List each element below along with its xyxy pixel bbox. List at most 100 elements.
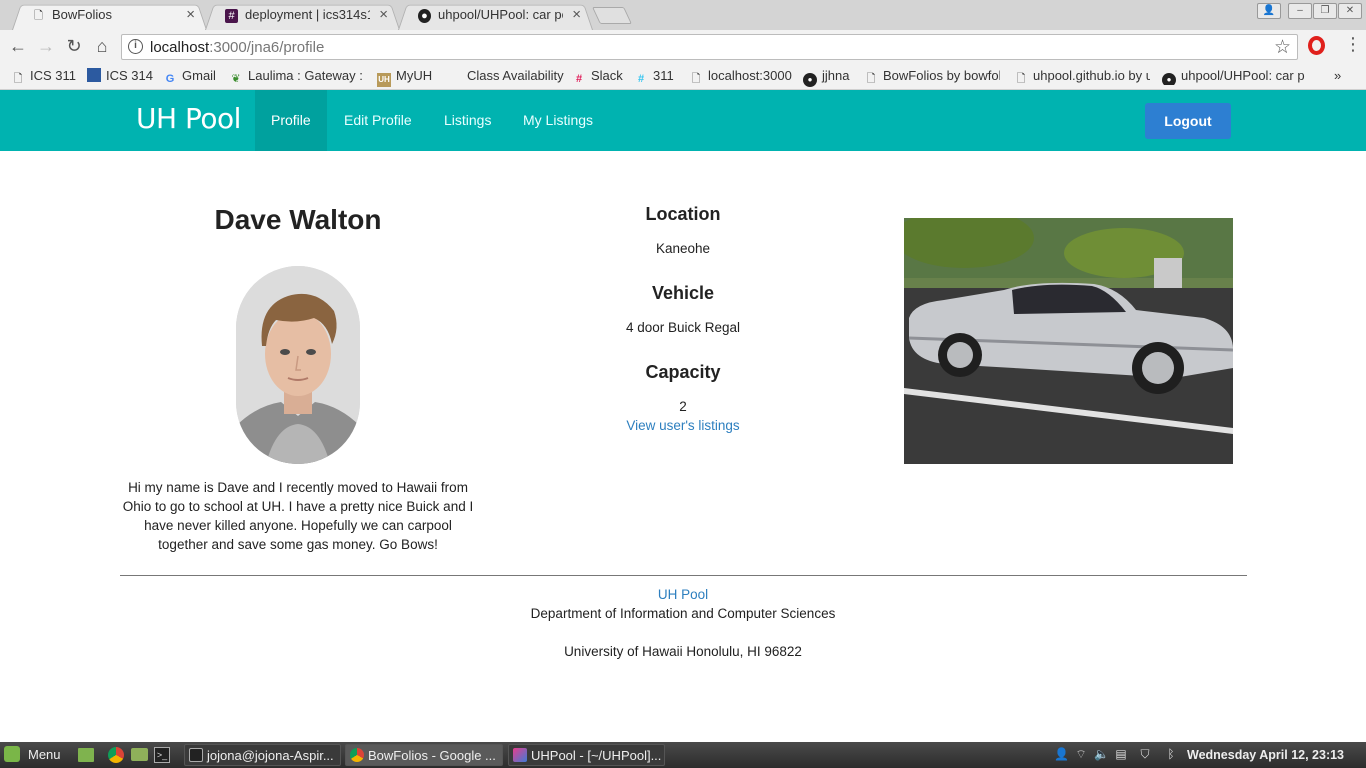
clipboard-icon[interactable]: ▤ [1114, 747, 1128, 761]
terminal-launcher-icon[interactable]: >_ [154, 747, 170, 763]
bookmark-label: Class Availability [467, 68, 564, 83]
tab-title: uhpool/UHPool: car poo [438, 7, 563, 22]
home-icon[interactable]: ⌂ [92, 36, 112, 56]
bookmark-label: uhpool/UHPool: car p [1181, 68, 1305, 83]
menu-button[interactable]: Menu [4, 742, 61, 768]
bookmark-myuh[interactable]: UH MyUH [377, 67, 433, 87]
github-icon: ● [803, 73, 817, 87]
logout-button[interactable]: Logout [1145, 103, 1231, 139]
bookmark-label: ICS 311 [30, 68, 77, 83]
location-heading: Location [645, 204, 721, 224]
chrome-launcher-icon[interactable] [108, 747, 124, 763]
page-icon: 🗋 [1016, 73, 1026, 85]
nav-profile[interactable]: Profile [255, 90, 327, 151]
window-label: UHPool - [~/UHPool]... [531, 748, 662, 763]
bookmark-label: Laulima : Gateway : W [248, 68, 364, 83]
browser-tabstrip: 🗋 BowFolios × # deployment | ics314s17 ×… [0, 0, 1366, 30]
opera-icon[interactable] [1308, 36, 1325, 55]
view-listings-link[interactable]: View user's listings [533, 418, 833, 433]
chrome-icon [350, 748, 364, 762]
taskbar-window-chrome[interactable]: BowFolios - Google ... [345, 744, 503, 766]
bookmark-label: BowFolios by bowfoli [883, 68, 1000, 83]
terminal-icon [189, 748, 203, 762]
address-bar[interactable]: i localhost:3000/jna6/profile ☆ [121, 34, 1298, 60]
restore-icon[interactable]: ❐ [1313, 3, 1337, 19]
bookmark-jjhna[interactable]: ● jjhna [803, 67, 849, 87]
bookmark-laulima[interactable]: ❦ Laulima : Gateway : W [229, 67, 364, 85]
footer-title-link[interactable]: UH Pool [433, 585, 933, 604]
close-window-icon[interactable]: ✕ [1338, 3, 1362, 19]
profile-name: Dave Walton [214, 204, 382, 235]
bookmark-label: Gmail [182, 68, 216, 83]
laulima-icon: ❦ [231, 73, 241, 85]
page-icon: 🗋 [34, 10, 43, 22]
footer: UH Pool Department of Information and Co… [433, 585, 933, 661]
reload-icon[interactable]: ↻ [64, 36, 84, 56]
vehicle-photo [904, 218, 1233, 464]
taskbar-window-ide[interactable]: UHPool - [~/UHPool]... [508, 744, 665, 766]
bookmark-ics311[interactable]: 🗋 ICS 311 [11, 67, 76, 85]
files-launcher-icon[interactable] [131, 748, 148, 761]
car-image [904, 218, 1233, 464]
bookmark-star-icon[interactable]: ☆ [1274, 36, 1291, 59]
bookmark-label: MyUH [396, 68, 433, 83]
bluetooth-icon[interactable]: ᛒ [1164, 747, 1178, 761]
tab-bowfolios[interactable]: 🗋 BowFolios × [12, 2, 207, 30]
bookmarks-overflow-button[interactable]: » [1334, 67, 1341, 85]
vehicle-value: 4 door Buick Regal [625, 320, 741, 335]
github-icon: ● [418, 9, 431, 23]
nav-listings[interactable]: Listings [428, 90, 507, 151]
clock[interactable]: Wednesday April 12, 23:13 [1187, 742, 1344, 768]
footer-address: University of Hawaii Honolulu, HI 96822 [564, 644, 802, 659]
bookmark-311[interactable]: #311 [634, 67, 674, 85]
volume-icon[interactable]: 🔈 [1094, 747, 1109, 761]
minimize-icon[interactable]: – [1288, 3, 1312, 19]
shield-icon[interactable]: ⛉ [1138, 747, 1152, 761]
user-icon[interactable]: 👤 [1054, 747, 1069, 761]
bookmark-ics314[interactable]: ICS 314 [87, 67, 153, 85]
nav-my-listings[interactable]: My Listings [507, 90, 609, 151]
nav-edit-profile[interactable]: Edit Profile [328, 90, 428, 151]
bookmark-uhpool-github[interactable]: ● uhpool/UHPool: car p [1162, 67, 1306, 85]
bookmark-gmail[interactable]: G Gmail [163, 67, 216, 85]
bookmarks-bar: 🗋 ICS 311 ICS 314 G Gmail ❦ Laulima : Gatew… [0, 63, 1366, 90]
bookmark-bowfolios[interactable]: 🗋 BowFolios by bowfoli [864, 67, 1000, 85]
tab-title: deployment | ics314s17 [245, 7, 370, 22]
tab-deployment[interactable]: # deployment | ics314s17 × [205, 2, 400, 30]
close-icon[interactable]: × [379, 2, 388, 28]
brand-logo[interactable]: UH Pool [136, 102, 241, 135]
profile-icon[interactable]: 👤 [1257, 3, 1281, 19]
info-icon[interactable]: i [128, 39, 143, 54]
wifi-icon[interactable]: ⌔ [1074, 747, 1088, 761]
bookmark-label: 311 [653, 68, 674, 83]
close-icon[interactable]: × [572, 2, 581, 28]
tab-title: BowFolios [52, 7, 112, 22]
forward-icon[interactable]: → [36, 36, 56, 56]
page-icon: 🗋 [691, 73, 701, 85]
os-taskbar: Menu >_ jojona@jojona-Aspir... BowFolios… [0, 742, 1366, 768]
bookmark-slack[interactable]: # Slack [572, 67, 623, 85]
blue-square-icon [87, 68, 101, 82]
bookmark-class-availability[interactable]: Class Availability [467, 67, 564, 85]
new-tab-button[interactable] [592, 7, 632, 24]
close-icon[interactable]: × [186, 2, 195, 28]
uh-icon: UH [377, 73, 391, 87]
profile-bio: Hi my name is Dave and I recently moved … [122, 480, 474, 552]
page-icon: 🗋 [866, 73, 876, 85]
back-icon[interactable]: ← [8, 36, 28, 56]
bookmark-label: localhost:3000 [708, 68, 792, 83]
avatar [236, 266, 360, 464]
ide-icon [513, 748, 527, 762]
url-text[interactable]: localhost:3000/jna6/profile [150, 39, 324, 56]
show-desktop-icon[interactable] [78, 748, 94, 762]
taskbar-window-terminal[interactable]: jojona@jojona-Aspir... [184, 744, 341, 766]
tab-uhpool-github[interactable]: ● uhpool/UHPool: car poo × [398, 2, 593, 30]
bookmark-label: ICS 314 [106, 68, 153, 83]
bookmark-localhost[interactable]: 🗋 localhost:3000 [689, 67, 792, 85]
menu-dots-icon[interactable]: ⋮ [1344, 34, 1362, 55]
page-icon: 🗋 [13, 73, 23, 85]
bookmark-uhpool-io[interactable]: 🗋 uhpool.github.io by u [1014, 67, 1150, 85]
footer-department: Department of Information and Computer S… [530, 606, 836, 621]
